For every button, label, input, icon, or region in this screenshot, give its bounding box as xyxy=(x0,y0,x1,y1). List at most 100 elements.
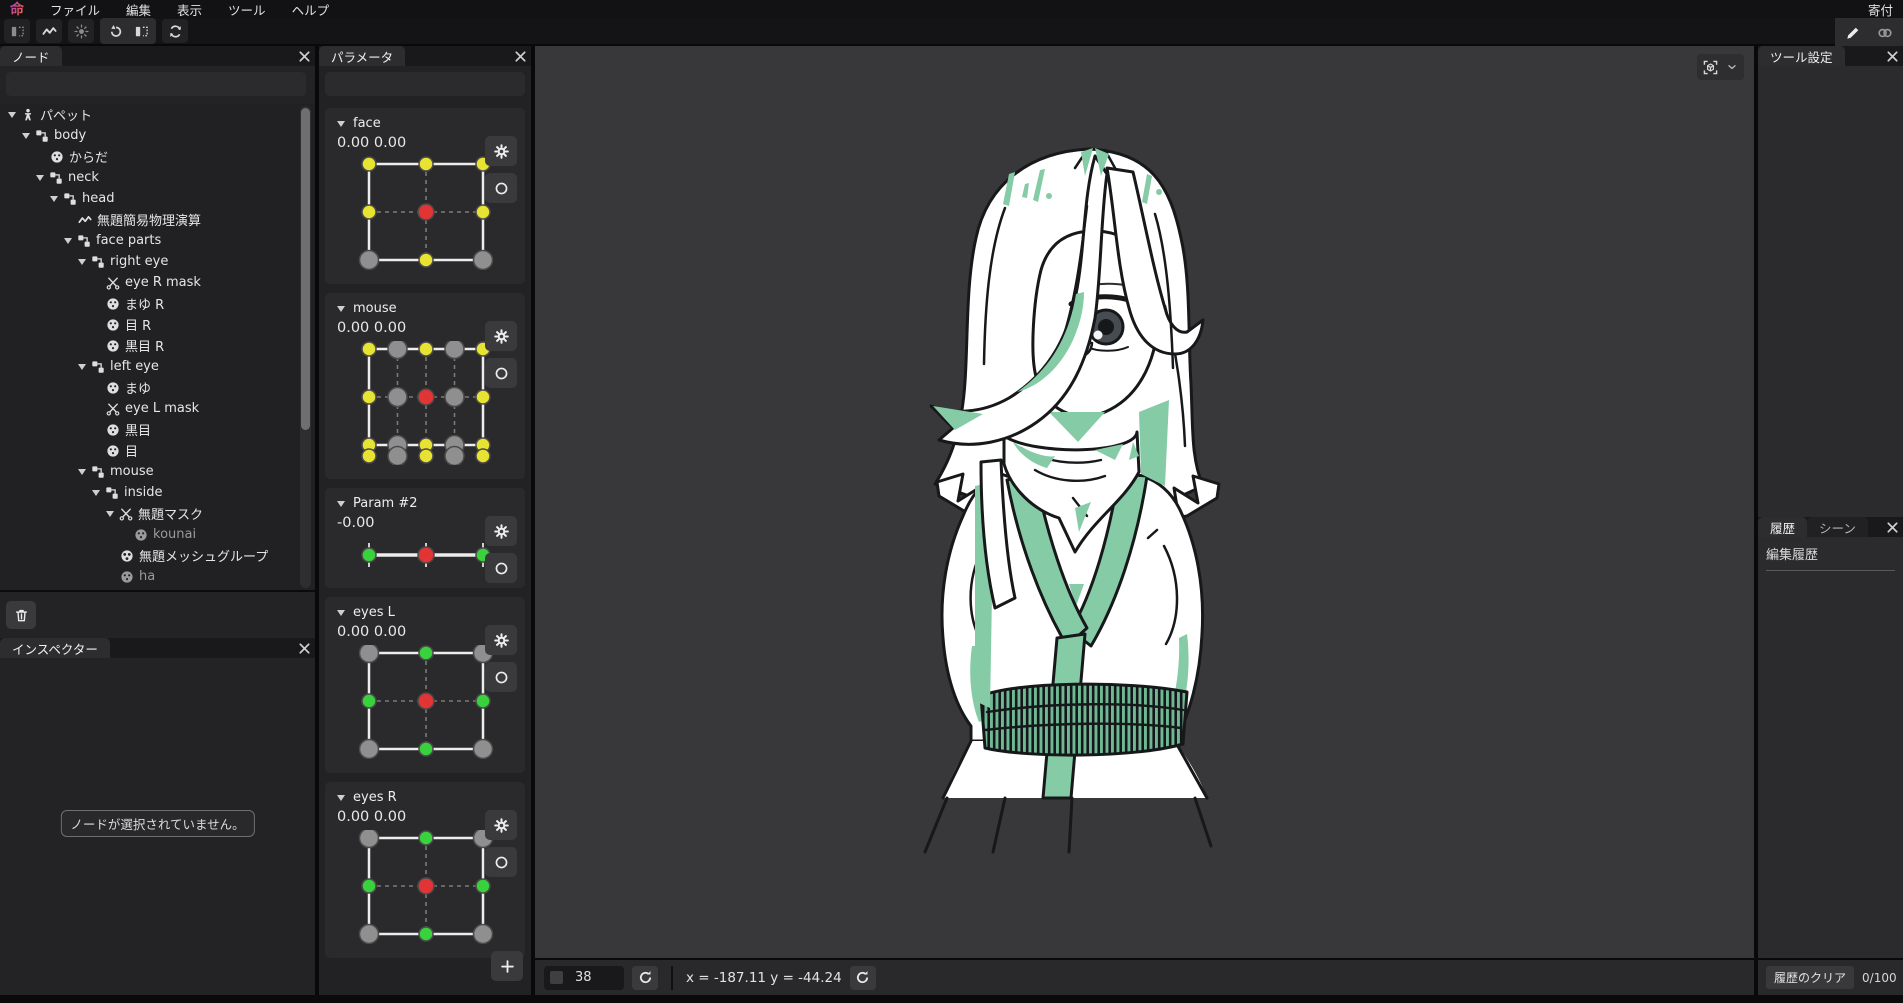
parameter-search-input[interactable] xyxy=(325,72,525,96)
zoom-level-input[interactable]: 38 xyxy=(544,966,624,990)
tree-node-21[interactable]: 無題メッシュグループ xyxy=(0,545,315,566)
history-tabbar: 履歴 シーン xyxy=(1758,517,1903,537)
inspector-close-button[interactable] xyxy=(293,638,315,658)
caret-down-icon[interactable] xyxy=(64,238,72,244)
gizmo-mode-button[interactable] xyxy=(1697,54,1744,80)
tree-node-10[interactable]: 目 R xyxy=(0,314,315,335)
parameter-pad[interactable] xyxy=(341,536,501,574)
menu-item-3[interactable]: ツール xyxy=(228,0,266,19)
caret-down-icon[interactable] xyxy=(92,490,100,496)
caret-down-icon[interactable] xyxy=(8,112,16,118)
tree-node-3[interactable]: neck xyxy=(0,167,315,188)
parameter-settings-button[interactable] xyxy=(485,321,517,351)
tab-parameters[interactable]: パラメータ xyxy=(319,46,405,66)
tree-node-12[interactable]: left eye xyxy=(0,356,315,377)
caret-down-icon[interactable] xyxy=(50,196,58,202)
tree-node-15[interactable]: 黒目 xyxy=(0,419,315,440)
tool-settings-close-button[interactable] xyxy=(1881,46,1903,66)
parameter-pad[interactable] xyxy=(341,341,501,465)
rotate-ccw-button[interactable] xyxy=(102,19,128,43)
tree-node-0[interactable]: パペット xyxy=(0,104,315,125)
history-body: 編集履歴 xyxy=(1758,537,1903,958)
tab-scene[interactable]: シーン xyxy=(1807,517,1868,537)
node-search-input[interactable] xyxy=(6,72,306,96)
tree-node-1[interactable]: body xyxy=(0,125,315,146)
tree-node-5[interactable]: 無題簡易物理演算 xyxy=(0,209,315,230)
menu-item-4[interactable]: ヘルプ xyxy=(292,0,330,19)
caret-down-icon[interactable] xyxy=(78,259,86,265)
tree-node-7[interactable]: right eye xyxy=(0,251,315,272)
add-parameter-button[interactable] xyxy=(491,951,523,981)
menu-item-2[interactable]: 表示 xyxy=(177,0,202,19)
gear-icon xyxy=(494,329,509,344)
zoom-reset-button[interactable] xyxy=(632,966,658,990)
caret-down-icon xyxy=(337,306,345,312)
tree-node-16[interactable]: 目 xyxy=(0,440,315,461)
parameter-header[interactable]: Param #2 xyxy=(325,493,525,514)
caret-down-icon[interactable] xyxy=(36,175,44,181)
parameter-settings-button[interactable] xyxy=(485,136,517,166)
tree-node-6[interactable]: face parts xyxy=(0,230,315,251)
gear-icon xyxy=(494,633,509,648)
parameter-header[interactable]: eyes L xyxy=(325,602,525,623)
tree-node-17[interactable]: mouse xyxy=(0,461,315,482)
nodes-close-button[interactable] xyxy=(293,46,315,66)
mirror-view-button[interactable] xyxy=(4,19,30,43)
menu-item-0[interactable]: ファイル xyxy=(50,0,100,19)
node-icon xyxy=(91,360,105,374)
menu-item-1[interactable]: 編集 xyxy=(126,0,151,19)
parameter-keypoint-button[interactable] xyxy=(485,662,517,692)
pencil-button[interactable] xyxy=(1845,25,1861,41)
parameter-settings-button[interactable] xyxy=(485,516,517,546)
viewport-canvas[interactable] xyxy=(535,46,1754,958)
parameter-pad[interactable] xyxy=(341,830,501,944)
menu-donate[interactable]: 寄付 xyxy=(1868,0,1893,19)
sync-button[interactable] xyxy=(162,19,188,43)
physics-button[interactable] xyxy=(36,19,62,43)
caret-down-icon[interactable] xyxy=(78,364,86,370)
scrollbar-thumb[interactable] xyxy=(301,108,310,430)
coords-reset-button[interactable] xyxy=(850,966,876,990)
caret-down-icon[interactable] xyxy=(78,469,86,475)
parameter-keypoint-button[interactable] xyxy=(485,847,517,877)
delete-node-button[interactable] xyxy=(6,601,36,629)
tab-nodes[interactable]: ノード xyxy=(0,46,62,66)
tree-node-18[interactable]: inside xyxy=(0,482,315,503)
parameter-header[interactable]: face xyxy=(325,113,525,134)
caret-down-icon[interactable] xyxy=(106,511,114,517)
parameter-keypoint-button[interactable] xyxy=(485,358,517,388)
tree-node-4[interactable]: head xyxy=(0,188,315,209)
tree-node-19[interactable]: 無題マスク xyxy=(0,503,315,524)
parameter-keypoint-button[interactable] xyxy=(485,173,517,203)
part-icon xyxy=(134,528,148,542)
parameter-settings-button[interactable] xyxy=(485,625,517,655)
mirror-edit-button[interactable] xyxy=(128,19,154,43)
parameter-header[interactable]: mouse xyxy=(325,298,525,319)
node-tree-scrollbar[interactable] xyxy=(300,106,311,588)
parameter-settings-button[interactable] xyxy=(485,810,517,840)
tree-node-label: からだ xyxy=(69,147,108,166)
parameter-keypoint-button[interactable] xyxy=(485,553,517,583)
rings-button[interactable] xyxy=(1877,25,1893,41)
parameter-header[interactable]: eyes R xyxy=(325,787,525,808)
parameters-close-button[interactable] xyxy=(509,46,531,66)
tree-node-20[interactable]: kounai xyxy=(0,524,315,545)
tree-node-9[interactable]: まゆ R xyxy=(0,293,315,314)
parameter-pad[interactable] xyxy=(341,156,501,270)
tree-node-2[interactable]: からだ xyxy=(0,146,315,167)
parameter-pad[interactable] xyxy=(341,645,501,759)
tab-tool-settings[interactable]: ツール設定 xyxy=(1758,46,1845,66)
part-icon xyxy=(120,570,134,584)
tree-node-13[interactable]: まゆ xyxy=(0,377,315,398)
tree-node-label: left eye xyxy=(110,359,159,374)
tab-history[interactable]: 履歴 xyxy=(1758,517,1807,537)
history-close-button[interactable] xyxy=(1881,517,1903,537)
tree-node-22[interactable]: ha xyxy=(0,566,315,587)
clear-history-button[interactable]: 履歴のクリア xyxy=(1766,966,1854,989)
sun-button[interactable] xyxy=(68,19,94,43)
tree-node-14[interactable]: eye L mask xyxy=(0,398,315,419)
tab-inspector[interactable]: インスペクター xyxy=(0,638,110,658)
tree-node-8[interactable]: eye R mask xyxy=(0,272,315,293)
tree-node-11[interactable]: 黒目 R xyxy=(0,335,315,356)
caret-down-icon[interactable] xyxy=(22,133,30,139)
